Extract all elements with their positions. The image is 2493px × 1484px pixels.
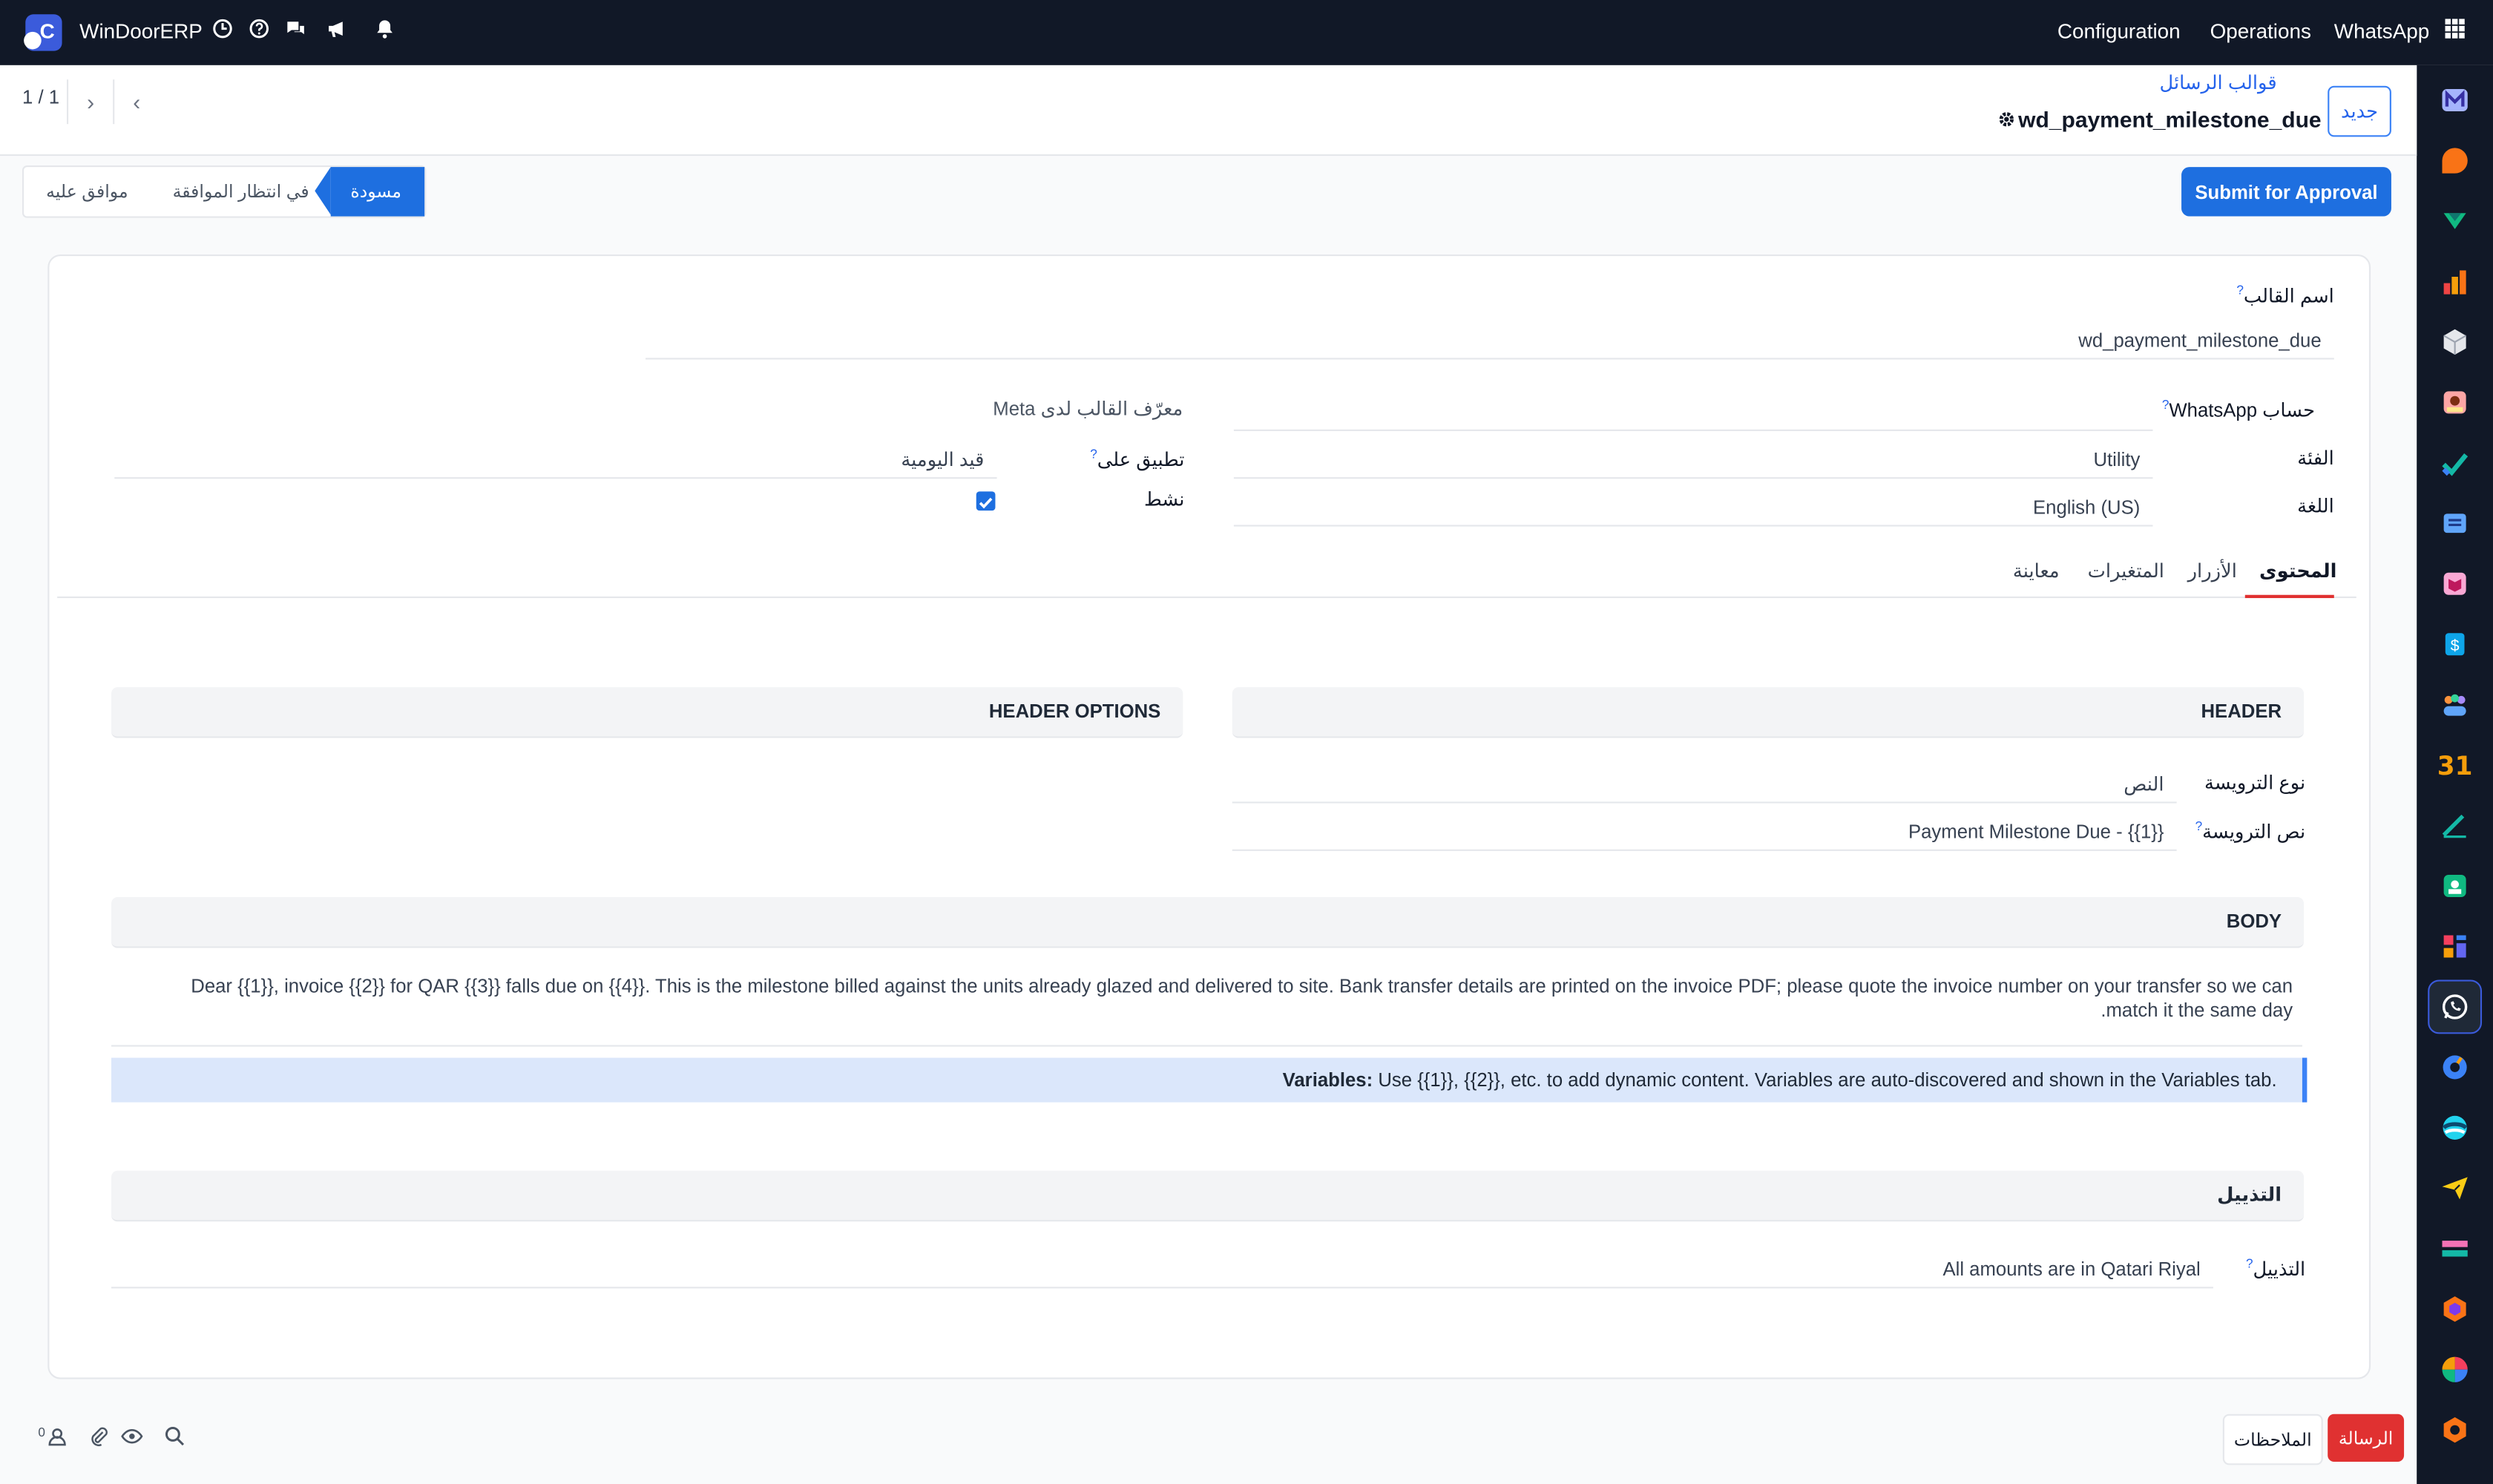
stage-draft[interactable]: مسودة (315, 167, 424, 217)
invoicing-app-icon[interactable]: $ (2433, 622, 2477, 666)
svg-text:$: $ (2451, 637, 2460, 654)
spreadsheet-app-icon[interactable] (2433, 1347, 2477, 1392)
active-checkbox[interactable] (976, 491, 996, 511)
tab-content[interactable]: المحتوى (2259, 560, 2336, 582)
recruitment-app-icon[interactable] (2433, 864, 2477, 908)
gear-icon[interactable] (1997, 110, 2016, 129)
app-rail: $ 31 (2417, 65, 2493, 1484)
apply-on-label: تطبيق على? (1090, 447, 1185, 471)
category-label: الفئة (2297, 447, 2334, 470)
tab-preview[interactable]: معاينة (2013, 560, 2060, 582)
body-section-title: BODY (111, 897, 2305, 948)
menu-operations[interactable]: Operations (2210, 19, 2311, 43)
header-text-input[interactable]: Payment Milestone Due - {{1}} (1232, 815, 2177, 851)
record-title: wd_payment_milestone_due (2018, 106, 2322, 132)
manufacturing-app-icon[interactable] (2433, 1287, 2477, 1331)
template-name-label: اسم القالب? (2236, 283, 2334, 307)
header-text-label: نص الترويسة? (2195, 819, 2306, 844)
apps-grid-icon[interactable] (2444, 18, 2466, 40)
followers-icon[interactable] (46, 1425, 68, 1448)
help-tooltip-icon[interactable]: ? (2246, 1257, 2253, 1271)
email-marketing-app-icon[interactable] (2433, 1166, 2477, 1210)
sales-app-icon[interactable] (2433, 199, 2477, 243)
whatsapp-account-input[interactable] (1233, 395, 2153, 431)
reports-app-icon[interactable] (2433, 259, 2477, 303)
language-label: اللغة (2297, 494, 2334, 517)
tab-buttons[interactable]: الأزرار (2188, 560, 2237, 582)
variables-bold-label: Variables: (1282, 1068, 1373, 1091)
header-options-section-title: HEADER OPTIONS (111, 687, 1183, 738)
app-logo-icon[interactable]: C (24, 14, 62, 51)
pager-counter[interactable]: 1 / 1 (22, 86, 59, 108)
active-tab-indicator (2244, 594, 2334, 599)
mail-app-icon[interactable] (2433, 78, 2477, 122)
variables-info-alert: Variables: Use {{1}}, {{2}}, etc. to add… (111, 1057, 2308, 1103)
send-message-button[interactable]: الرسالة (2328, 1414, 2405, 1462)
footer-section-title: التذييل (111, 1170, 2305, 1222)
inventory-app-icon[interactable] (2433, 320, 2477, 364)
apply-on-select[interactable]: قيد اليومية (114, 442, 997, 479)
stage-approved[interactable]: موافق عليه (24, 167, 150, 216)
help-tooltip-icon[interactable]: ? (2236, 283, 2244, 298)
checkmark-icon (979, 497, 993, 509)
meta-id-label: معرّف القالب لدى Meta (993, 397, 1183, 420)
category-select[interactable]: Utility (1233, 442, 2153, 479)
helpdesk-app-icon[interactable] (2433, 1408, 2477, 1452)
followers-count: 0 (38, 1425, 45, 1440)
whatsapp-app-icon[interactable] (2428, 979, 2483, 1034)
body-underline (111, 1045, 2302, 1047)
knowledge-app-icon[interactable] (2433, 501, 2477, 545)
eye-icon[interactable] (121, 1425, 143, 1448)
sign-app-icon[interactable] (2433, 804, 2477, 848)
chat-icon[interactable] (285, 18, 307, 40)
footer-input[interactable]: All amounts are in Qatari Riyal (111, 1252, 2213, 1289)
header-type-select[interactable]: النص (1232, 766, 2177, 804)
pager-next-button[interactable]: › (67, 79, 113, 125)
discuss-app-icon[interactable] (2433, 139, 2477, 183)
help-tooltip-icon[interactable]: ? (1090, 447, 1097, 461)
megaphone-icon[interactable] (326, 18, 348, 40)
fleet-app-icon[interactable] (2433, 1227, 2477, 1271)
body-textarea[interactable]: Dear {{1}}, invoice {{2}} for QAR {{3}} … (149, 975, 2293, 1022)
app-brand[interactable]: WinDoorERP (79, 19, 203, 43)
purchase-app-icon[interactable] (2433, 562, 2477, 606)
help-tooltip-icon[interactable]: ? (2195, 819, 2203, 833)
employees-app-icon[interactable] (2433, 683, 2477, 727)
contacts-app-icon[interactable] (2433, 380, 2477, 424)
status-stages: موافق عليه في انتظار الموافقة مسودة (22, 165, 426, 218)
chevron-right-icon: › (87, 89, 95, 115)
menu-whatsapp[interactable]: WhatsApp (2334, 19, 2430, 43)
variables-help-text: Use {{1}}, {{2}}, etc. to add dynamic co… (1378, 1068, 2277, 1091)
template-name-input[interactable]: wd_payment_milestone_due (646, 323, 2334, 360)
chevron-left-icon: ‹ (133, 89, 141, 115)
timesheet-app-icon[interactable] (2433, 1045, 2477, 1089)
breadcrumb[interactable]: قوالب الرسائل (2159, 71, 2276, 93)
dashboard-app-icon[interactable] (2433, 924, 2477, 968)
control-panel: جديد قوالب الرسائل wd_payment_milestone_… (0, 65, 2417, 157)
help-icon[interactable] (248, 18, 270, 40)
tasks-app-icon[interactable] (2433, 441, 2477, 485)
active-label: نشط (1143, 488, 1185, 511)
header-section-title: HEADER (1232, 687, 2305, 738)
tab-variables[interactable]: المتغيرات (2088, 560, 2164, 582)
search-icon[interactable] (164, 1425, 186, 1448)
menu-configuration[interactable]: Configuration (2057, 19, 2181, 43)
pager-prev-button[interactable]: ‹ (113, 79, 159, 125)
log-note-button[interactable]: الملاحظات (2222, 1414, 2323, 1465)
language-select[interactable]: English (US) (1233, 490, 2153, 527)
whatsapp-account-label: حساب WhatsApp? (2161, 397, 2316, 422)
footer-label: التذييل? (2246, 1256, 2306, 1281)
paperclip-icon[interactable] (88, 1425, 110, 1448)
bell-icon[interactable] (374, 18, 396, 40)
new-button[interactable]: جديد (2328, 85, 2391, 137)
calendar-app-icon[interactable]: 31 (2433, 743, 2477, 787)
top-navbar: C WinDoorERP Configuration Operations Wh… (0, 0, 2493, 65)
header-type-label: نوع الترويسة (2204, 771, 2306, 794)
clock-icon[interactable] (211, 18, 234, 40)
tabs-divider (57, 596, 2356, 599)
submit-for-approval-button[interactable]: Submit for Approval (2181, 167, 2391, 217)
stage-pending[interactable]: في انتظار الموافقة (151, 167, 332, 216)
project-app-icon[interactable] (2433, 1106, 2477, 1150)
